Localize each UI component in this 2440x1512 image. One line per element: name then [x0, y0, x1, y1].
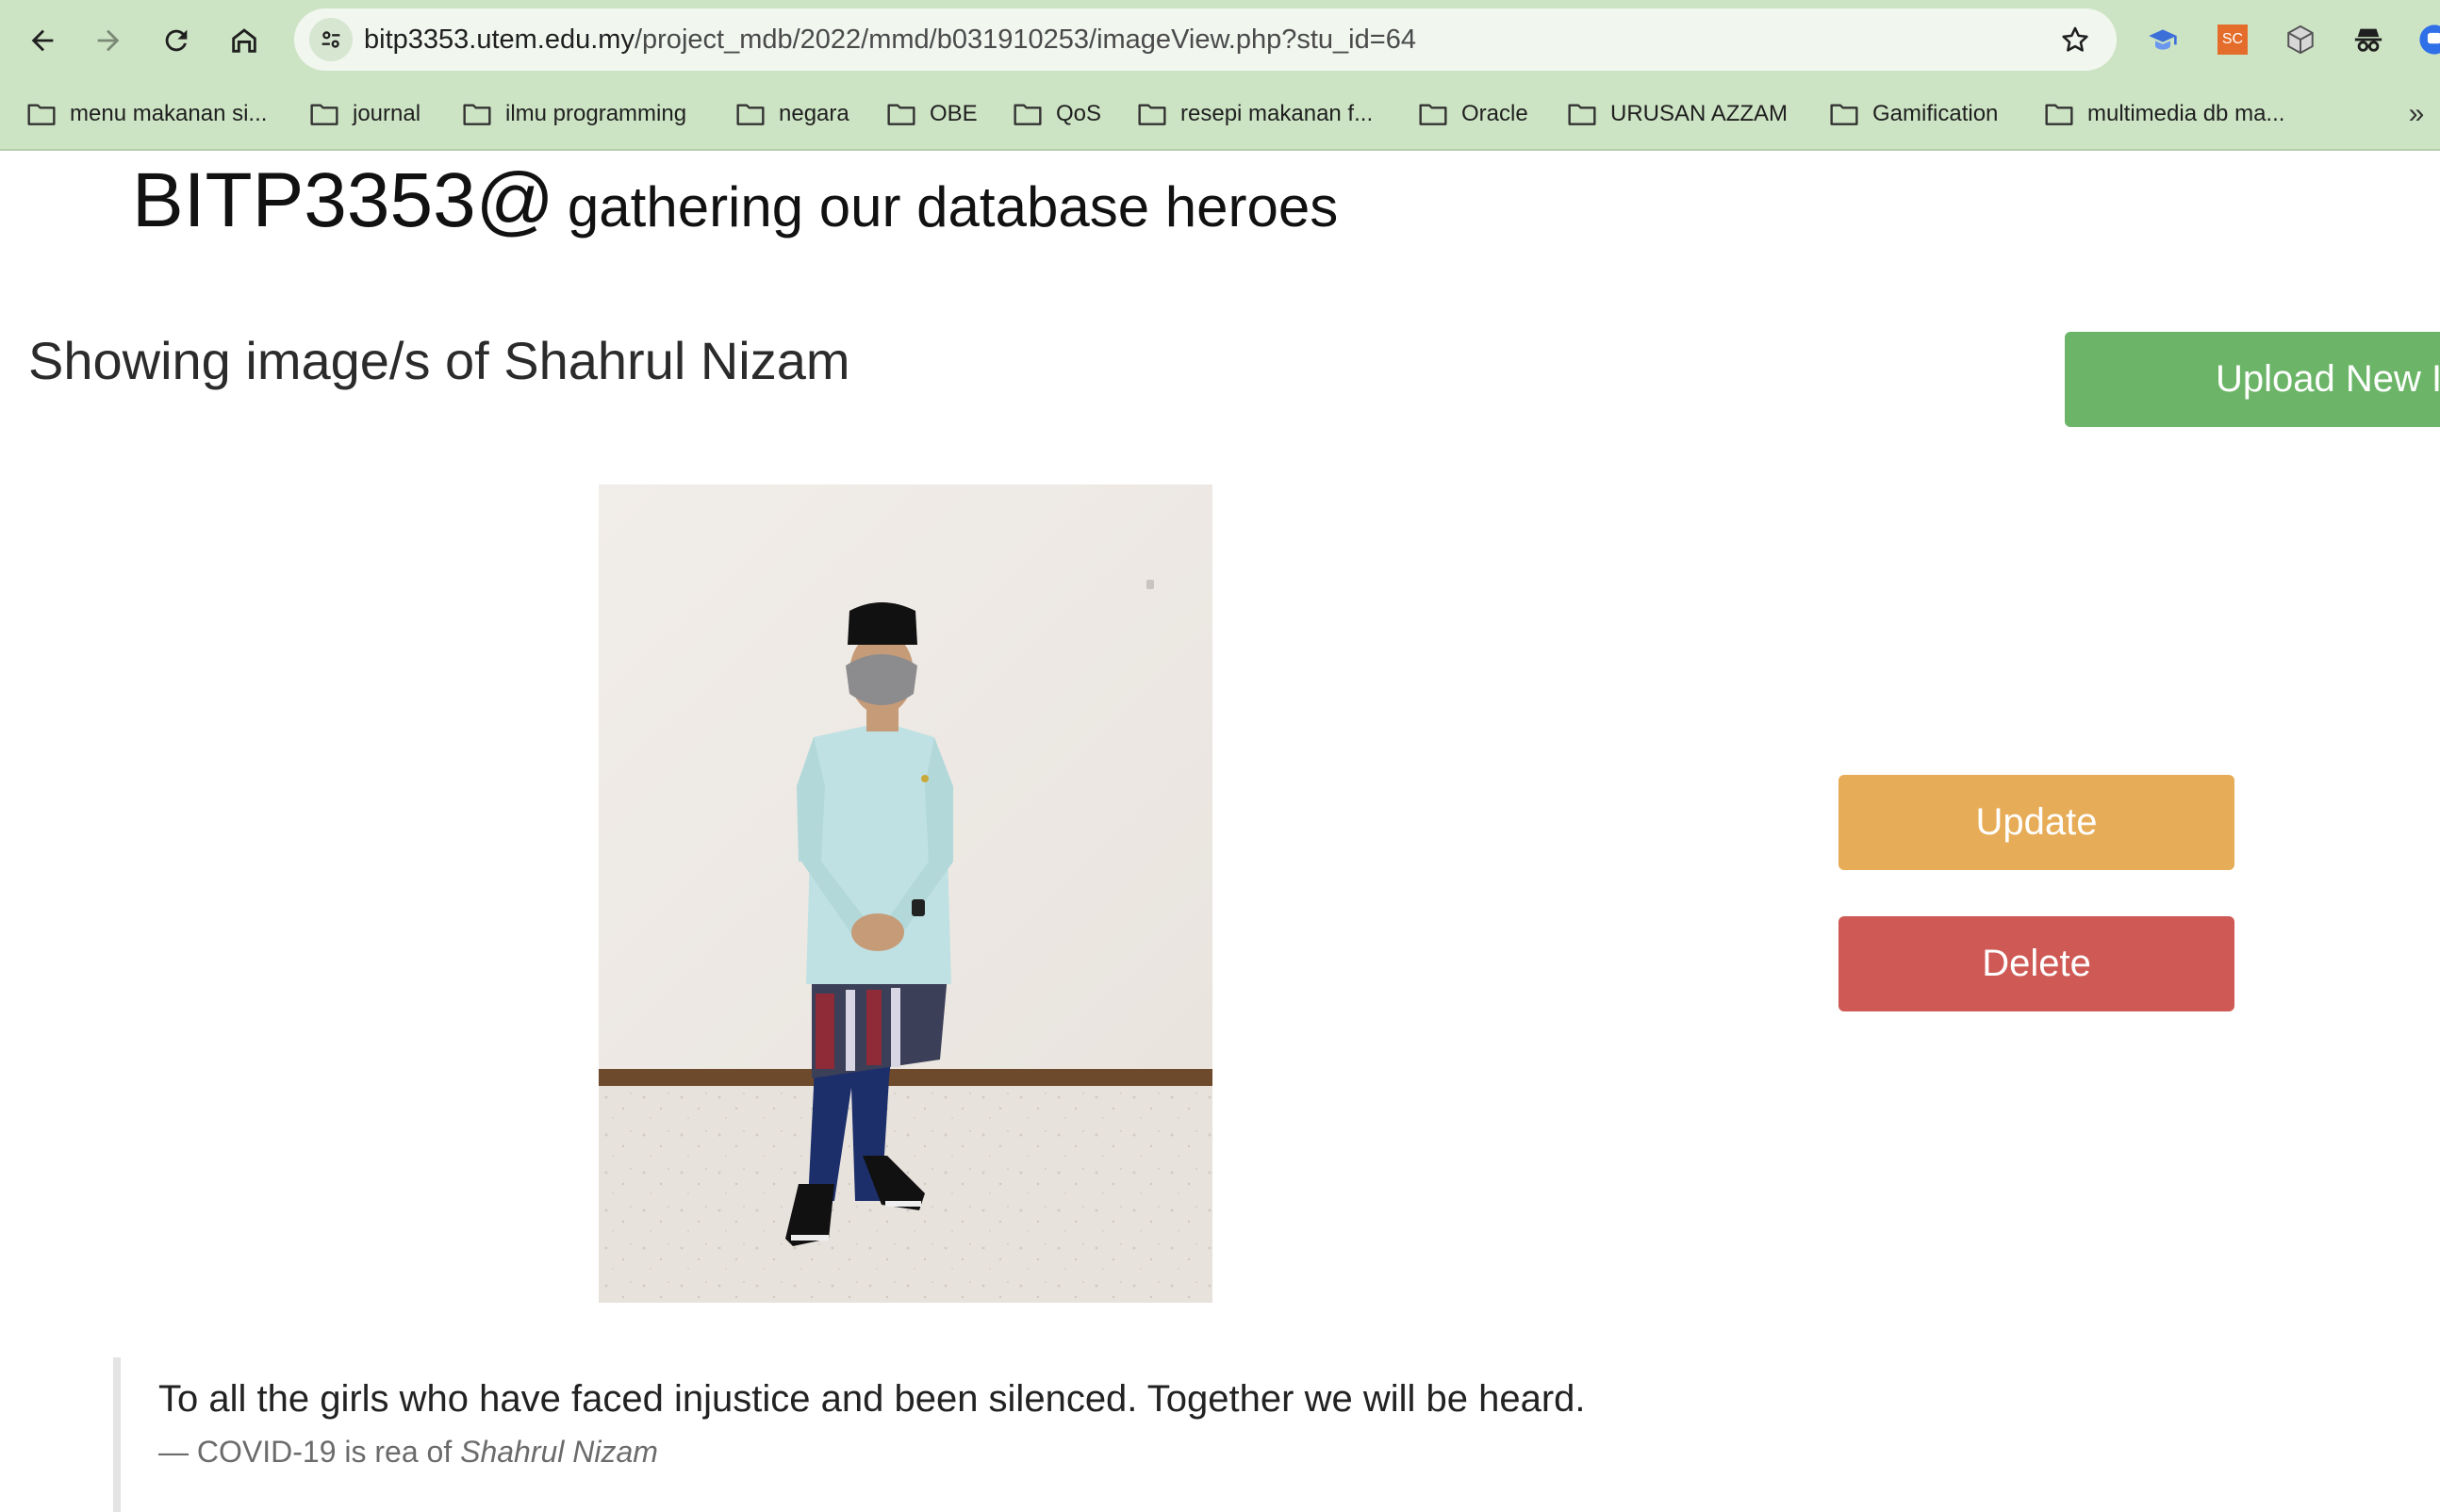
reload-button[interactable]: [149, 13, 204, 68]
caption-text: To all the girls who have faced injustic…: [158, 1378, 1586, 1420]
bookmark-folder[interactable]: QoS: [1013, 93, 1101, 135]
caption-author: Shahrul Nizam: [460, 1435, 658, 1469]
folder-icon: [463, 104, 491, 125]
folder-icon: [27, 104, 56, 125]
bookmark-label: negara: [779, 101, 849, 126]
bookmark-label: menu makanan si...: [70, 101, 268, 126]
bookmark-folder[interactable]: journal: [309, 93, 420, 135]
image-caption-blockquote: To all the girls who have faced injustic…: [113, 1357, 1818, 1512]
bookmark-label: resepi makanan f...: [1180, 101, 1374, 126]
back-button[interactable]: [15, 13, 70, 68]
bookmark-label: QoS: [1056, 101, 1102, 126]
delete-button[interactable]: Delete: [1838, 916, 2234, 1011]
bookmark-label: OBE: [930, 101, 978, 126]
extension-chat[interactable]: [2414, 19, 2440, 60]
bookmark-folder[interactable]: negara: [735, 93, 849, 135]
bookmark-folder[interactable]: menu makanan si...: [26, 93, 267, 135]
extension-cube[interactable]: [2280, 19, 2321, 60]
folder-icon: [1138, 104, 1166, 125]
brand-tagline: gathering our database heroes: [567, 175, 1339, 238]
caption-footer: — COVID-19 is rea of Shahrul Nizam: [158, 1435, 658, 1470]
folder-icon: [1014, 104, 1042, 125]
bookmark-folder[interactable]: OBE: [886, 93, 978, 135]
bookmark-folder[interactable]: URUSAN AZZAM: [1567, 93, 1788, 135]
url-text: bitp3353.utem.edu.my/project_mdb/2022/mm…: [364, 8, 1416, 71]
folder-icon: [887, 104, 915, 125]
brand-title: BITP3353@: [132, 157, 554, 243]
site-settings-button[interactable]: [309, 18, 353, 61]
update-button[interactable]: Update: [1838, 775, 2234, 870]
upload-new-image-button[interactable]: Upload New I: [2065, 332, 2440, 427]
upload-button-label: Upload New I: [2216, 358, 2440, 400]
bookmark-folder[interactable]: Oracle: [1418, 93, 1528, 135]
chat-extension-icon: [2419, 25, 2440, 55]
bookmark-folder[interactable]: resepi makanan f...: [1137, 93, 1373, 135]
bookmark-folder[interactable]: Gamification: [1829, 93, 1998, 135]
sc-extension-icon: SC: [2217, 25, 2248, 55]
spy-extension-icon: [2354, 28, 2382, 52]
back-arrow-icon: [31, 29, 54, 52]
home-button[interactable]: [217, 13, 272, 68]
page-heading: Showing image/s of Shahrul Nizam: [28, 331, 850, 390]
folder-icon: [310, 104, 338, 125]
bookmark-folder[interactable]: multimedia db ma...: [2044, 93, 2284, 135]
bookmark-label: journal: [353, 101, 421, 126]
bookmark-star-button[interactable]: [2053, 17, 2098, 62]
caption-footer-prefix: — COVID-19 is rea of: [158, 1435, 461, 1469]
folder-icon: [1830, 104, 1858, 125]
forward-button[interactable]: [81, 13, 136, 68]
tune-icon: [321, 31, 340, 48]
folder-icon: [1419, 104, 1447, 125]
site-brand: BITP3353@ gathering our database heroes: [132, 156, 1338, 245]
url-host: bitp3353.utem.edu.my: [364, 25, 635, 55]
browser-toolbar: bitp3353.utem.edu.my/project_mdb/2022/mm…: [0, 0, 2440, 80]
home-icon: [232, 28, 256, 53]
bookmarks-overflow-button[interactable]: »: [2395, 95, 2432, 133]
star-icon: [2062, 26, 2088, 52]
url-path: /project_mdb/2022/mmd/b031910253/imageVi…: [634, 25, 1416, 55]
folder-icon: [2045, 104, 2073, 125]
address-bar[interactable]: bitp3353.utem.edu.my/project_mdb/2022/mm…: [294, 8, 2117, 71]
extension-sc[interactable]: SC: [2212, 19, 2253, 60]
bookmark-label: URUSAN AZZAM: [1610, 101, 1789, 126]
extension-graduation[interactable]: [2142, 19, 2184, 60]
reload-icon: [165, 29, 188, 52]
forward-arrow-icon: [97, 29, 120, 52]
cube-extension-icon: [2287, 25, 2314, 55]
delete-button-label: Delete: [1982, 943, 2091, 984]
student-photo-illustration: [599, 485, 1212, 1303]
student-photo: [599, 485, 1212, 1303]
bookmarks-bar: menu makanan si... journal ilmu programm…: [0, 80, 2440, 151]
folder-icon: [736, 104, 765, 125]
chevron-double-right-icon: »: [2408, 98, 2425, 129]
graduation-cap-icon: [2149, 29, 2177, 50]
extension-spy[interactable]: [2348, 19, 2389, 60]
folder-icon: [1568, 104, 1596, 125]
update-button-label: Update: [1975, 801, 2098, 843]
bookmark-label: multimedia db ma...: [2087, 101, 2285, 126]
bookmark-label: Gamification: [1872, 101, 1999, 126]
bookmark-label: ilmu programming: [505, 101, 687, 126]
bookmark-folder[interactable]: ilmu programming: [462, 93, 686, 135]
bookmark-label: Oracle: [1461, 101, 1528, 126]
